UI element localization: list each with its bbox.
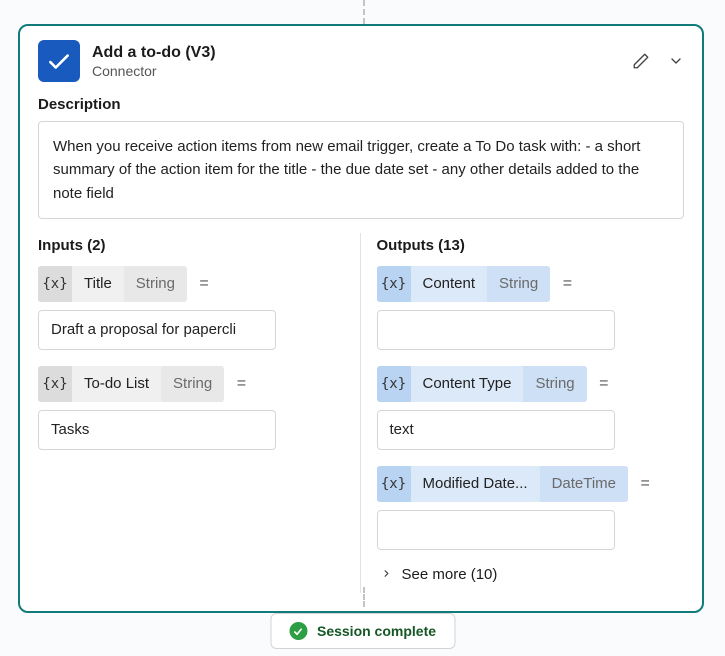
see-more-label: See more (10) <box>402 566 498 583</box>
param-tag: {x} Title String <box>38 266 187 302</box>
param-type: String <box>523 366 586 402</box>
equals-sign: = <box>237 375 246 393</box>
param-name: Title <box>72 275 124 292</box>
chevron-down-icon <box>668 53 684 69</box>
param-type: DateTime <box>540 466 628 502</box>
equals-sign: = <box>199 275 208 293</box>
param-name: Content <box>411 275 488 292</box>
action-subtitle: Connector <box>92 63 620 79</box>
equals-sign: = <box>563 275 572 293</box>
param-tag: {x} Content Type String <box>377 366 587 402</box>
param-type: String <box>161 366 224 402</box>
input-param: {x} Title String = Draft a proposal for … <box>38 266 346 350</box>
io-row: Inputs (2) {x} Title String = Draft a pr… <box>38 233 684 593</box>
description-text: When you receive action items from new e… <box>38 121 684 219</box>
inputs-heading: Inputs (2) <box>38 237 346 254</box>
edit-button[interactable] <box>632 52 650 70</box>
param-tag: {x} To-do List String <box>38 366 224 402</box>
input-value[interactable]: Draft a proposal for papercli <box>38 310 276 350</box>
param-type: String <box>487 266 550 302</box>
param-type: String <box>124 266 187 302</box>
output-param: {x} Content String = <box>377 266 685 350</box>
pencil-icon <box>632 52 650 70</box>
header-text: Add a to-do (V3) Connector <box>92 44 620 79</box>
equals-sign: = <box>599 375 608 393</box>
variable-icon: {x} <box>377 266 411 302</box>
todo-app-icon <box>38 40 80 82</box>
param-tag: {x} Content String <box>377 266 551 302</box>
output-param: {x} Content Type String = text <box>377 366 685 450</box>
variable-icon: {x} <box>38 366 72 402</box>
input-param: {x} To-do List String = Tasks <box>38 366 346 450</box>
action-card: Add a to-do (V3) Connector Description W… <box>18 24 704 613</box>
output-value[interactable] <box>377 310 615 350</box>
param-name: Modified Date... <box>411 475 540 492</box>
output-param: {x} Modified Date... DateTime = <box>377 466 685 550</box>
header-actions <box>632 52 684 70</box>
output-value[interactable] <box>377 510 615 550</box>
card-header: Add a to-do (V3) Connector <box>38 40 684 82</box>
connector-line-bottom <box>363 587 365 607</box>
param-name: Content Type <box>411 375 524 392</box>
chevron-right-icon <box>381 566 392 582</box>
description-label: Description <box>38 96 684 113</box>
inputs-column: Inputs (2) {x} Title String = Draft a pr… <box>38 233 360 593</box>
equals-sign: = <box>640 475 649 493</box>
variable-icon: {x} <box>38 266 72 302</box>
session-status-label: Session complete <box>317 623 436 639</box>
check-circle-icon <box>289 622 307 640</box>
expand-button[interactable] <box>668 53 684 69</box>
outputs-heading: Outputs (13) <box>377 237 685 254</box>
output-value[interactable]: text <box>377 410 615 450</box>
param-name: To-do List <box>72 375 161 392</box>
variable-icon: {x} <box>377 466 411 502</box>
variable-icon: {x} <box>377 366 411 402</box>
outputs-column: Outputs (13) {x} Content String = {x} Co… <box>360 233 685 593</box>
session-status-badge: Session complete <box>270 613 455 649</box>
param-tag: {x} Modified Date... DateTime <box>377 466 629 502</box>
action-title: Add a to-do (V3) <box>92 44 620 62</box>
see-more-button[interactable]: See more (10) <box>381 566 685 583</box>
input-value[interactable]: Tasks <box>38 410 276 450</box>
connector-line-top <box>363 0 365 24</box>
